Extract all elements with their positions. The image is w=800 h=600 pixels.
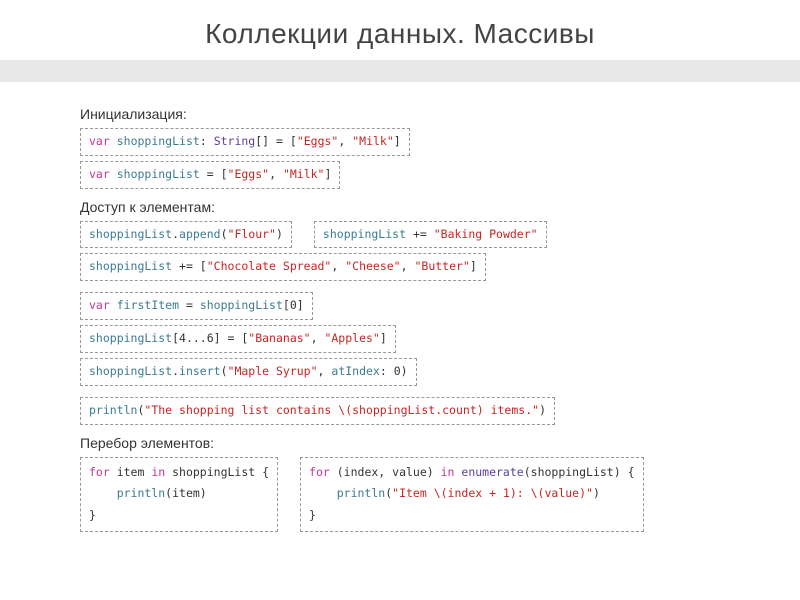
- section-iterate-label: Перебор элементов:: [80, 435, 720, 451]
- code-firstitem: var firstItem = shoppingList[0]: [80, 292, 313, 320]
- section-access-label: Доступ к элементам:: [80, 199, 720, 215]
- content-area: Инициализация: var shoppingList: String[…: [0, 82, 800, 532]
- code-pluseq-array: shoppingList += ["Chocolate Spread", "Ch…: [80, 253, 486, 281]
- divider-band: [0, 60, 800, 82]
- code-pluseq-string: shoppingList += "Baking Powder": [314, 221, 547, 249]
- code-println: println("The shopping list contains \(sh…: [80, 397, 555, 425]
- code-init-typed: var shoppingList: String[] = ["Eggs", "M…: [80, 128, 410, 156]
- code-range-replace: shoppingList[4...6] = ["Bananas", "Apple…: [80, 325, 396, 353]
- code-append: shoppingList.append("Flour"): [80, 221, 292, 249]
- section-init-label: Инициализация:: [80, 106, 720, 122]
- slide-title: Коллекции данных. Массивы: [0, 0, 800, 60]
- code-init-inferred: var shoppingList = ["Eggs", "Milk"]: [80, 161, 340, 189]
- code-forin-loop: for item in shoppingList { println(item)…: [80, 457, 278, 533]
- code-enumerate-loop: for (index, value) in enumerate(shopping…: [300, 457, 643, 533]
- code-insert: shoppingList.insert("Maple Syrup", atInd…: [80, 358, 417, 386]
